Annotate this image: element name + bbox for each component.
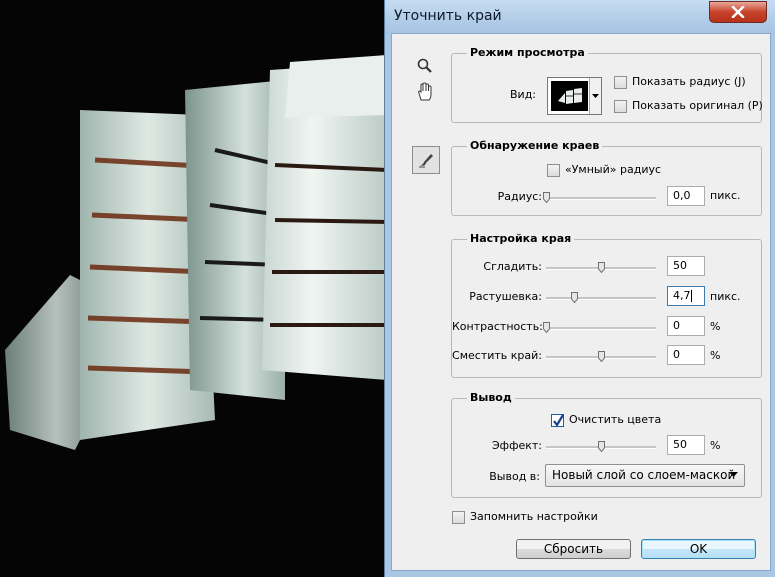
- hand-tool[interactable]: [412, 80, 438, 104]
- view-dropdown-arrow[interactable]: [589, 78, 601, 114]
- feather-label: Растушевка:: [469, 290, 542, 303]
- zoom-tool[interactable]: [412, 54, 438, 78]
- window-title: Уточнить край: [394, 8, 502, 24]
- smart-radius-label: «Умный» радиус: [565, 163, 662, 176]
- close-button[interactable]: [709, 1, 767, 23]
- background-photo: [0, 0, 387, 577]
- slider-thumb[interactable]: [570, 292, 578, 303]
- shift-edge-value: 0: [673, 348, 680, 361]
- show-original-label: Показать оригинал (P): [632, 99, 763, 112]
- view-selector[interactable]: [547, 77, 602, 115]
- contrast-input[interactable]: 0: [667, 316, 705, 336]
- preview-lanterns-icon: [558, 88, 582, 104]
- contrast-slider[interactable]: [543, 322, 656, 334]
- chevron-down-icon: [729, 472, 738, 477]
- decontaminate-label: Очистить цвета: [569, 413, 662, 426]
- hand-icon: [418, 82, 432, 101]
- text-caret: [690, 290, 692, 302]
- shift-edge-label: Сместить край:: [452, 349, 542, 362]
- feather-unit: пикс.: [710, 290, 741, 303]
- shift-edge-slider[interactable]: [546, 351, 656, 363]
- show-original-checkbox[interactable]: [614, 100, 627, 113]
- slider-thumb[interactable]: [598, 441, 605, 452]
- output-to-value: Новый слой со слоем-маской: [552, 468, 736, 482]
- title-bar[interactable]: Уточнить край: [385, 0, 775, 33]
- slider-track: [546, 327, 656, 330]
- amount-unit: %: [710, 439, 721, 452]
- view-mode-legend: Режим просмотра: [467, 46, 588, 59]
- smart-radius-checkbox[interactable]: [547, 164, 560, 177]
- slider-thumb[interactable]: [543, 322, 550, 333]
- view-preview-thumbnail: [551, 81, 588, 111]
- refine-radius-tool[interactable]: [412, 146, 440, 174]
- dialog-client-area: Режим просмотра Вид: Показать радиус (J)…: [391, 33, 771, 571]
- amount-value: 50: [673, 438, 687, 451]
- output-legend: Вывод: [467, 391, 515, 404]
- slider-track: [546, 197, 656, 200]
- remember-settings-label: Запомнить настройки: [470, 510, 598, 523]
- view-label: Вид:: [510, 88, 537, 101]
- radius-value: 0,0: [673, 189, 691, 202]
- feather-slider[interactable]: [546, 292, 656, 304]
- show-radius-checkbox[interactable]: [614, 76, 627, 89]
- output-to-select[interactable]: Новый слой со слоем-маской: [545, 464, 745, 487]
- chevron-down-icon: [592, 94, 599, 98]
- shift-edge-unit: %: [710, 349, 721, 362]
- slider-track: [546, 297, 656, 300]
- feather-input[interactable]: 4,7: [667, 286, 705, 306]
- radius-label: Радиус:: [497, 190, 542, 203]
- contrast-value: 0: [673, 319, 680, 332]
- slider-thumb[interactable]: [598, 262, 605, 273]
- edge-detection-group: Обнаружение краев: [451, 139, 762, 216]
- contrast-unit: %: [710, 320, 721, 333]
- amount-input[interactable]: 50: [667, 435, 705, 455]
- show-radius-label: Показать радиус (J): [632, 75, 746, 88]
- checkmark-icon: [553, 414, 564, 427]
- remember-settings-checkbox[interactable]: [452, 511, 465, 524]
- smooth-slider[interactable]: [546, 262, 656, 274]
- reset-button[interactable]: Сбросить: [516, 539, 631, 559]
- amount-slider[interactable]: [546, 441, 656, 453]
- radius-input[interactable]: 0,0: [667, 186, 705, 206]
- adjust-edge-legend: Настройка края: [467, 232, 575, 245]
- smooth-input[interactable]: 50: [667, 256, 705, 276]
- edge-detection-legend: Обнаружение краев: [467, 139, 603, 152]
- slider-thumb[interactable]: [543, 192, 550, 203]
- refine-edge-dialog: Уточнить край Режим просмотра Вид: Показ…: [384, 0, 775, 577]
- feather-value: 4,7: [673, 289, 691, 302]
- zoom-icon: [417, 58, 432, 73]
- radius-slider[interactable]: [543, 192, 656, 204]
- view-mode-group: Режим просмотра: [451, 46, 762, 123]
- paper-lanterns-image: [5, 55, 387, 450]
- refine-radius-brush-icon: [419, 154, 433, 168]
- contrast-label: Контрастность:: [452, 320, 543, 333]
- shift-edge-input[interactable]: 0: [667, 345, 705, 365]
- output-to-label: Вывод в:: [489, 470, 540, 483]
- ok-button[interactable]: OK: [641, 539, 756, 559]
- smooth-label: Сгладить:: [483, 260, 542, 273]
- decontaminate-checkbox[interactable]: [551, 414, 564, 427]
- smooth-value: 50: [673, 259, 687, 272]
- close-icon: [731, 6, 745, 18]
- slider-thumb[interactable]: [598, 351, 605, 362]
- radius-unit: пикс.: [710, 189, 741, 202]
- amount-label: Эффект:: [491, 439, 542, 452]
